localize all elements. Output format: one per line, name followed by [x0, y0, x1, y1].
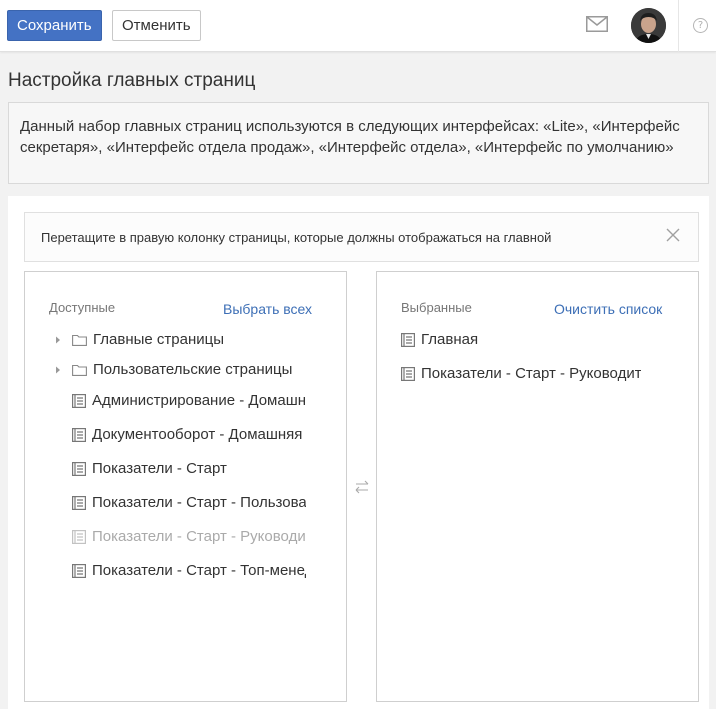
available-heading: Доступные: [49, 300, 116, 315]
available-item-kpi-start-user[interactable]: Показатели - Старт - Пользователь: [72, 492, 306, 514]
available-item-user-pages[interactable]: Пользовательские страницы: [53, 359, 343, 381]
help-icon[interactable]: ?: [693, 18, 708, 33]
available-item-label: Показатели - Старт - Руководитель: [92, 528, 306, 545]
available-item-label: Администрирование - Домашняя: [92, 392, 306, 409]
cancel-button[interactable]: Отменить: [112, 10, 201, 41]
available-item-kpi-start[interactable]: Показатели - Старт: [72, 458, 306, 480]
page-icon: [72, 428, 86, 443]
page-icon: [72, 462, 86, 477]
page-icon: [72, 496, 86, 511]
info-box: Данный набор главных страниц используютс…: [8, 102, 709, 184]
toolbar-divider: [678, 0, 679, 52]
page-icon: [72, 564, 86, 579]
available-item-kpi-start-manager: Показатели - Старт - Руководитель: [72, 526, 306, 548]
selected-item-main[interactable]: Главная: [401, 329, 641, 351]
save-button[interactable]: Сохранить: [7, 10, 102, 41]
folder-icon: [72, 364, 87, 376]
close-icon[interactable]: [665, 227, 681, 243]
available-item-label: Показатели - Старт - Топ-менеджер: [92, 562, 306, 579]
hint-text: Перетащите в правую колонку страницы, ко…: [41, 230, 552, 245]
mail-icon[interactable]: [586, 16, 608, 32]
top-toolbar: Сохранить Отменить ?: [0, 0, 716, 52]
selected-column: Выбранные Очистить список Главная Показа…: [376, 271, 699, 702]
available-item-label: Документооборот - Домашняя: [92, 426, 303, 443]
page-icon: [72, 394, 86, 409]
swap-arrows-icon: [355, 480, 369, 494]
caret-right-icon[interactable]: [53, 335, 63, 345]
select-all-link[interactable]: Выбрать всех: [223, 301, 312, 317]
available-item-admin-home[interactable]: Администрирование - Домашняя: [72, 390, 306, 412]
selected-item-label: Главная: [421, 331, 479, 348]
available-item-docflow-home[interactable]: Документооборот - Домашняя: [72, 424, 306, 446]
info-text: Данный набор главных страниц используютс…: [20, 118, 680, 156]
page-icon: [401, 333, 415, 348]
selected-item-label: Показатели - Старт - Руководитель: [421, 365, 641, 382]
page-icon: [72, 530, 86, 545]
available-item-label: Пользовательские страницы: [93, 361, 293, 378]
available-item-label: Показатели - Старт: [92, 460, 227, 477]
hint-banner: Перетащите в правую колонку страницы, ко…: [24, 212, 699, 262]
page-title: Настройка главных страниц: [8, 70, 256, 91]
selected-item-kpi-start-manager[interactable]: Показатели - Старт - Руководитель: [401, 363, 641, 385]
folder-icon: [72, 334, 87, 346]
avatar[interactable]: [631, 8, 666, 43]
available-item-main-pages[interactable]: Главные страницы: [53, 329, 343, 351]
available-item-kpi-start-top[interactable]: Показатели - Старт - Топ-менеджер: [72, 560, 306, 582]
selected-heading: Выбранные: [401, 300, 472, 315]
clear-list-link[interactable]: Очистить список: [554, 301, 662, 317]
available-column: Доступные Выбрать всех Главные страницы …: [24, 271, 347, 702]
caret-right-icon[interactable]: [53, 365, 63, 375]
available-item-label: Показатели - Старт - Пользователь: [92, 494, 306, 511]
page-icon: [401, 367, 415, 382]
available-item-label: Главные страницы: [93, 331, 225, 348]
